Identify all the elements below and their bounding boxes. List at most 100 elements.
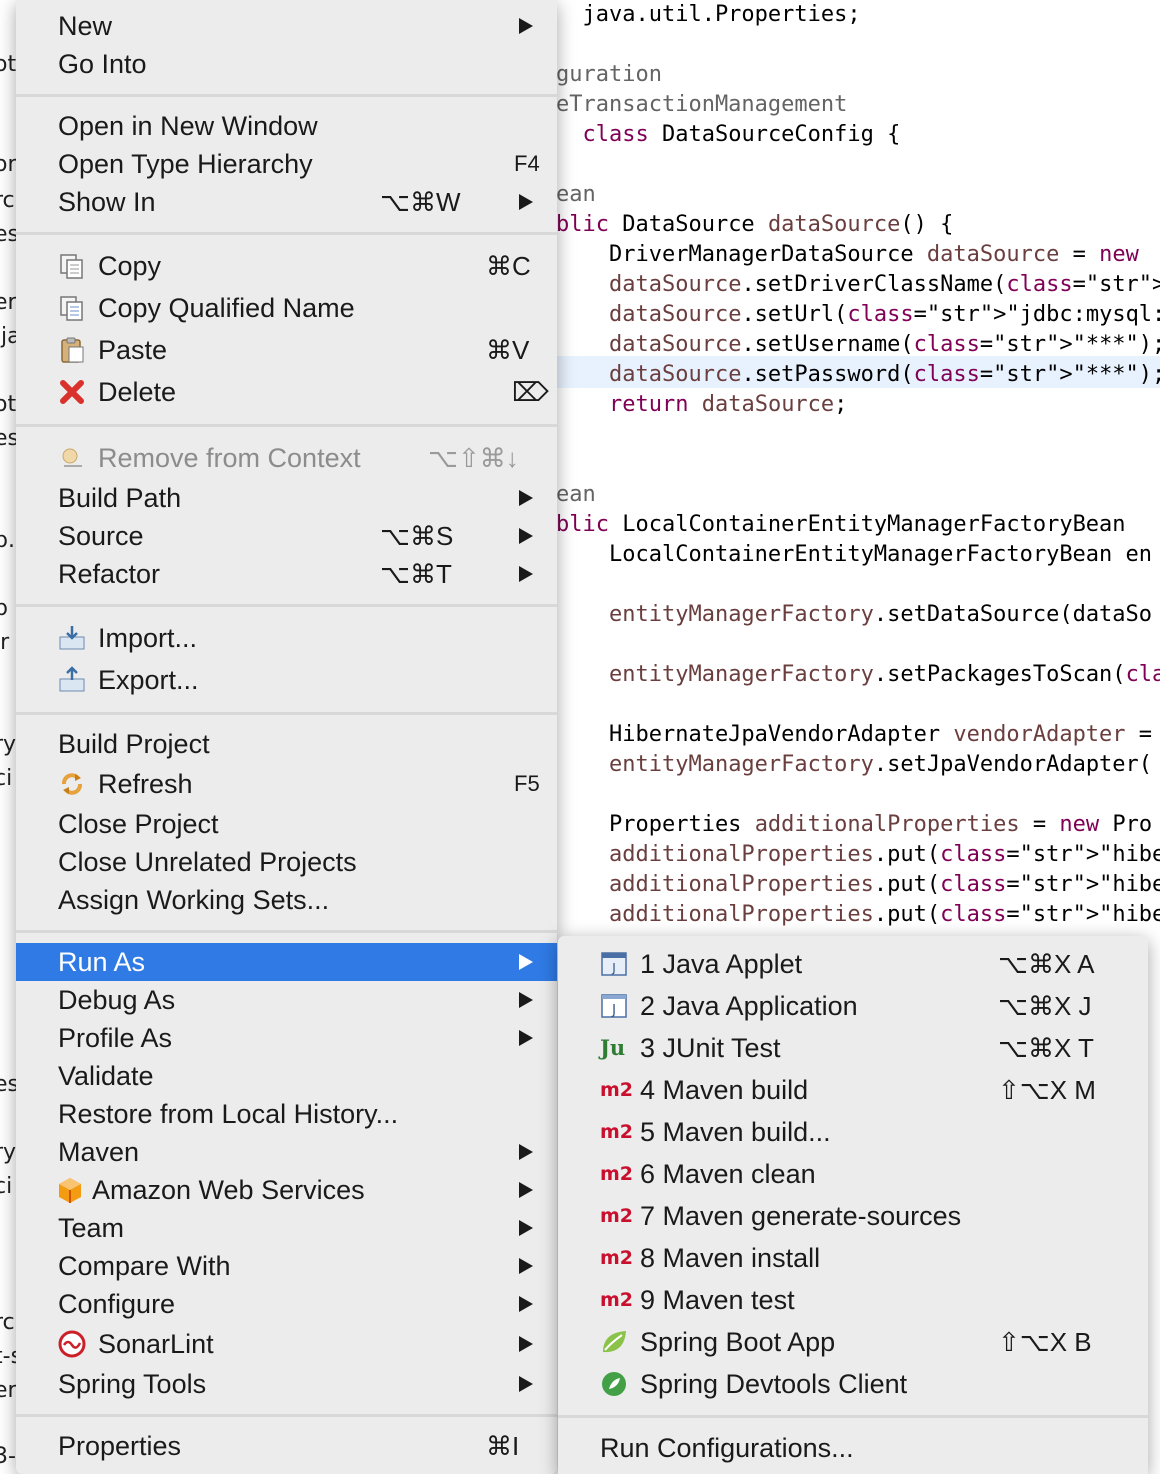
menu-item-copy[interactable]: Copy ⌘C — [16, 247, 557, 285]
submenu-arrow-icon — [519, 490, 533, 506]
menu-item-label: Properties — [58, 1431, 182, 1461]
menu-item-configure[interactable]: Configure — [16, 1285, 557, 1323]
menu-item-label: Configure — [58, 1289, 176, 1319]
run-as-spring-boot-app[interactable]: Spring Boot App ⇧⌥X B — [558, 1323, 1148, 1361]
menu-item-open-in-new-window[interactable]: Open in New Window — [16, 107, 557, 145]
run-as-maven-clean[interactable]: m2 6 Maven clean — [558, 1155, 1148, 1193]
menu-item-copy-qualified-name[interactable]: Copy Qualified Name — [16, 289, 557, 327]
menu-item-build-project[interactable]: Build Project — [16, 725, 557, 763]
maven-icon: m2 — [600, 1079, 634, 1101]
menu-item-restore-local-history[interactable]: Restore from Local History... — [16, 1095, 557, 1133]
explorer-fragment: p. — [0, 528, 15, 553]
menu-item-label: Build Project — [58, 729, 210, 759]
explorer-fragment: ci — [0, 1174, 13, 1199]
run-as-maven-generate-sources[interactable]: m2 7 Maven generate-sources — [558, 1197, 1148, 1235]
menu-item-build-path[interactable]: Build Path — [16, 479, 557, 517]
menu-item-validate[interactable]: Validate — [16, 1057, 557, 1095]
menu-item-label: Spring Devtools Client — [640, 1369, 908, 1399]
menu-item-label: Build Path — [58, 483, 182, 513]
menu-item-label: Restore from Local History... — [58, 1099, 399, 1129]
menu-item-label: Remove from Context — [98, 443, 361, 473]
menu-item-label: Show In — [58, 187, 156, 217]
menu-item-new[interactable]: New — [16, 7, 557, 45]
shortcut-label: ⌥⇧⌘↓ — [428, 443, 519, 473]
shortcut-label: ⌘V — [486, 335, 530, 365]
run-as-maven-install[interactable]: m2 8 Maven install — [558, 1239, 1148, 1277]
menu-item-label: Spring Boot App — [640, 1327, 836, 1357]
run-as-spring-devtools-client[interactable]: Spring Devtools Client — [558, 1365, 1148, 1403]
spring-devtools-icon — [602, 1372, 626, 1396]
menu-item-export[interactable]: Export... — [16, 661, 557, 699]
menu-item-go-into[interactable]: Go Into — [16, 45, 557, 83]
run-configurations-item[interactable]: Run Configurations... — [558, 1429, 1148, 1467]
menu-item-close-unrelated-projects[interactable]: Close Unrelated Projects — [16, 843, 557, 881]
run-as-maven-build-dialog[interactable]: m2 5 Maven build... — [558, 1113, 1148, 1151]
shortcut-label: ⌘I — [486, 1431, 520, 1461]
menu-item-team[interactable]: Team — [16, 1209, 557, 1247]
menu-item-show-in[interactable]: Show In ⌥⌘W — [16, 183, 557, 221]
menu-item-import[interactable]: Import... — [16, 619, 557, 657]
menu-item-label: 2 Java Application — [640, 991, 858, 1021]
copy-qualified-name-icon — [60, 296, 83, 321]
menu-item-label: Go Into — [58, 49, 147, 79]
code-line: additionalProperties.put(class="str">"hi… — [608, 872, 1160, 897]
menu-item-label: Profile As — [58, 1023, 173, 1053]
explorer-fragment: ot — [0, 52, 16, 77]
menu-item-properties[interactable]: Properties ⌘I — [16, 1427, 557, 1465]
explorer-fragment: er — [0, 1378, 16, 1403]
explorer-fragment: p — [0, 596, 8, 621]
run-as-maven-test[interactable]: m2 9 Maven test — [558, 1281, 1148, 1319]
menu-item-debug-as[interactable]: Debug As — [16, 981, 557, 1019]
menu-item-label: Close Unrelated Projects — [58, 847, 357, 877]
shortcut-label: F4 — [514, 151, 540, 176]
menu-separator — [16, 424, 557, 427]
menu-item-sonarlint[interactable]: SonarLint — [16, 1325, 557, 1363]
explorer-fragment: es — [0, 426, 16, 451]
run-as-java-application[interactable]: J 2 Java Application ⌥⌘X J — [558, 987, 1148, 1025]
menu-item-amazon-web-services[interactable]: Amazon Web Services — [16, 1171, 557, 1209]
submenu-arrow-icon — [519, 954, 533, 970]
menu-item-profile-as[interactable]: Profile As — [16, 1019, 557, 1057]
code-line: entityManagerFactory.setPackagesToScan(c… — [608, 662, 1160, 687]
menu-item-assign-working-sets[interactable]: Assign Working Sets... — [16, 881, 557, 919]
menu-item-label: Copy — [98, 251, 162, 281]
menu-item-close-project[interactable]: Close Project — [16, 805, 557, 843]
menu-item-label: Spring Tools — [58, 1369, 207, 1399]
code-line: entityManagerFactory.setJpaVendorAdapter… — [608, 752, 1153, 777]
menu-item-paste[interactable]: Paste ⌘V — [16, 331, 557, 369]
java-applet-icon: J — [601, 952, 627, 976]
menu-item-label: 7 Maven generate-sources — [640, 1201, 962, 1231]
code-line: entityManagerFactory.setDataSource(dataS… — [608, 602, 1153, 627]
explorer-fragment: ci — [0, 766, 13, 791]
shortcut-label: ⌥⌘X J — [998, 991, 1092, 1021]
menu-separator — [16, 94, 557, 97]
run-as-maven-build[interactable]: m2 4 Maven build ⇧⌥X M — [558, 1071, 1148, 1109]
menu-item-compare-with[interactable]: Compare With — [16, 1247, 557, 1285]
menu-item-open-type-hierarchy[interactable]: Open Type Hierarchy F4 — [16, 145, 557, 183]
menu-item-source[interactable]: Source ⌥⌘S — [16, 517, 557, 555]
menu-item-refactor[interactable]: Refactor ⌥⌘T — [16, 555, 557, 593]
code-line: dataSource.setUsername(class="str">"***"… — [608, 332, 1160, 357]
package-explorer-edge: ot on rc es er .ja ot es p. p ir ry ci e… — [0, 0, 16, 1474]
code-line: dataSource.setPassword(class="str">"***"… — [608, 362, 1160, 387]
shortcut-label: ⌥⌘X T — [998, 1033, 1094, 1063]
menu-item-label: Copy Qualified Name — [98, 293, 355, 323]
run-as-submenu: J 1 Java Applet ⌥⌘X A J 2 Java Applicati… — [558, 936, 1148, 1474]
menu-item-remove-from-context[interactable]: Remove from Context ⌥⇧⌘↓ — [16, 439, 557, 477]
explorer-fragment: ry — [0, 1140, 16, 1165]
delete-icon — [60, 380, 84, 404]
explorer-fragment: rc — [0, 1310, 15, 1335]
menu-item-run-as[interactable]: Run As — [16, 943, 557, 981]
submenu-arrow-icon — [519, 1258, 533, 1274]
menu-item-delete[interactable]: Delete ⌦ — [16, 373, 557, 411]
svg-text:J: J — [611, 1003, 616, 1018]
explorer-fragment: ir — [0, 630, 10, 655]
explorer-fragment: rc — [0, 188, 15, 213]
run-as-junit-test[interactable]: Ju 3 JUnit Test ⌥⌘X T — [558, 1029, 1148, 1067]
menu-item-maven[interactable]: Maven — [16, 1133, 557, 1171]
menu-separator — [558, 1415, 1148, 1418]
shortcut-label: F5 — [514, 771, 540, 796]
run-as-java-applet[interactable]: J 1 Java Applet ⌥⌘X A — [558, 945, 1148, 983]
menu-item-refresh[interactable]: Refresh F5 — [16, 765, 557, 803]
menu-item-spring-tools[interactable]: Spring Tools — [16, 1365, 557, 1403]
